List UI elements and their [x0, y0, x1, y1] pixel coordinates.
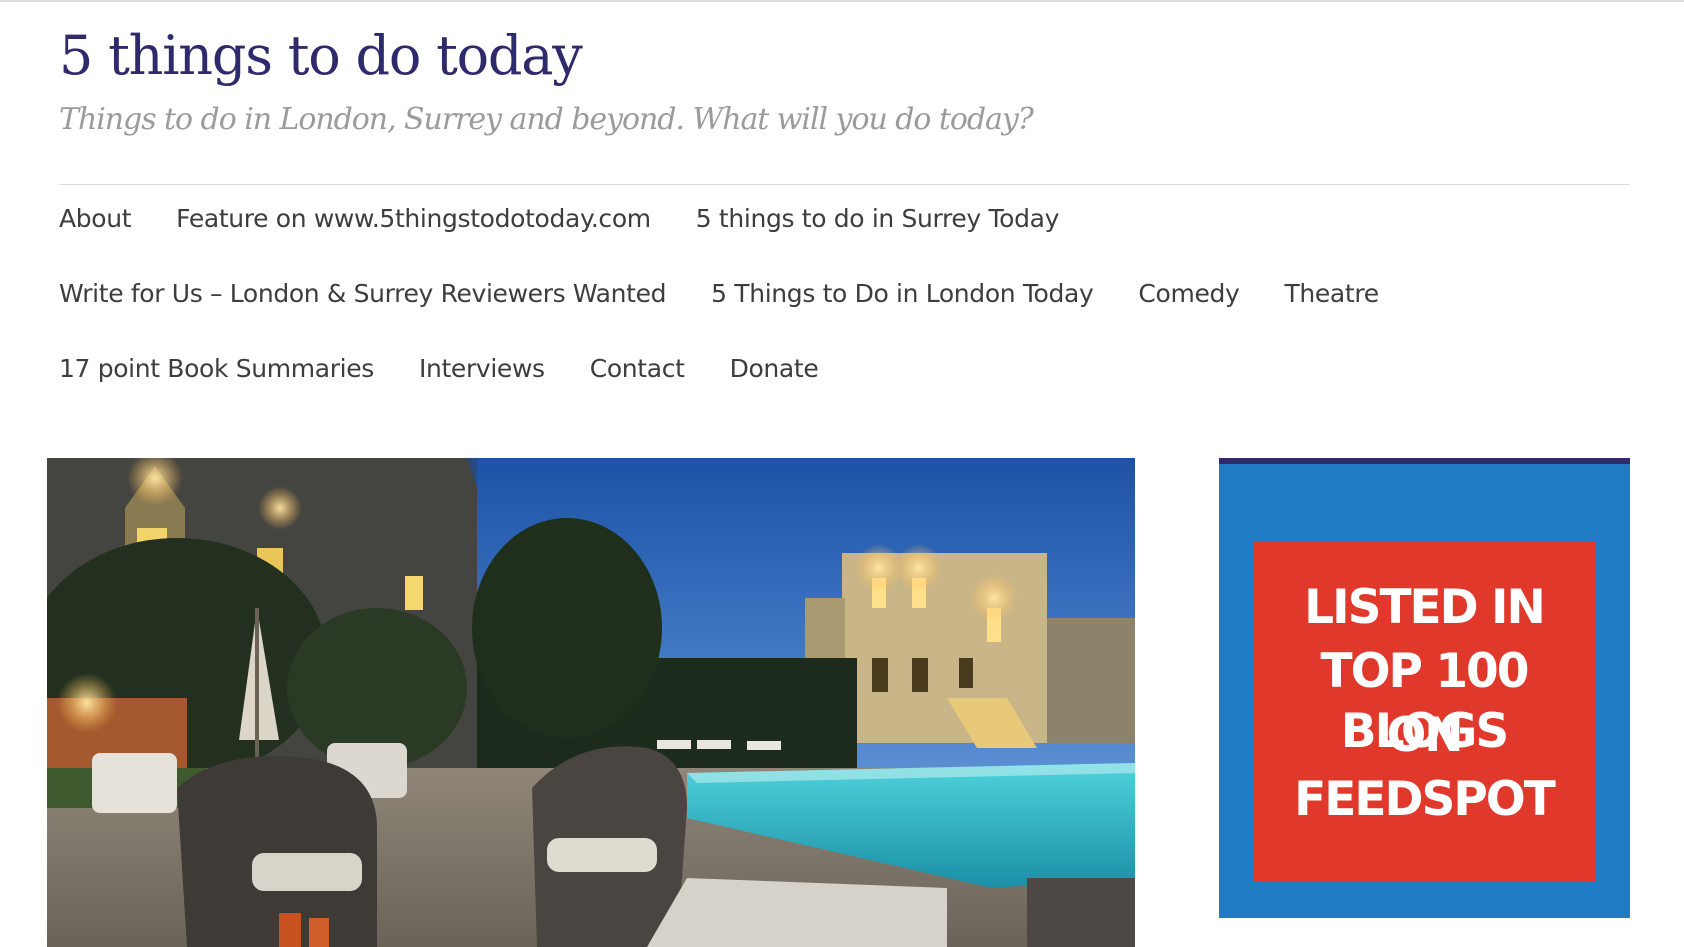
badge-line: FEEDSPOT — [1294, 772, 1556, 827]
site-tagline: Things to do in London, Surrey and beyon… — [59, 102, 1034, 137]
nav-item-write-for-us[interactable]: Write for Us – London & Surrey Reviewers… — [59, 276, 666, 312]
nav-divider — [59, 184, 1630, 185]
nav-item-london-today[interactable]: 5 Things to Do in London Today — [711, 276, 1094, 312]
badge-line: ON — [1386, 708, 1463, 763]
featured-image[interactable] — [47, 458, 1135, 947]
nav-item-about[interactable]: About — [59, 201, 132, 237]
site-title: 5 things to do today — [59, 18, 583, 94]
nav-item-interviews[interactable]: Interviews — [419, 351, 545, 387]
nav-item-surrey-today[interactable]: 5 things to do in Surrey Today — [696, 201, 1060, 237]
badge-panel: LISTED IN TOP 100 BLOGS ON FEEDSPOT — [1253, 542, 1595, 882]
nav-item-donate[interactable]: Donate — [730, 351, 819, 387]
nav-item-theatre[interactable]: Theatre — [1284, 276, 1379, 312]
nav-row: 17 point Book Summaries Interviews Conta… — [59, 351, 819, 387]
nav-row: About Feature on www.5thingstodotoday.co… — [59, 201, 1059, 237]
hero-photo-illustration — [47, 458, 1135, 947]
nav-item-contact[interactable]: Contact — [590, 351, 685, 387]
nav-row: Write for Us – London & Surrey Reviewers… — [59, 276, 1379, 312]
nav-item-feature[interactable]: Feature on www.5thingstodotoday.com — [176, 201, 651, 237]
feedspot-badge[interactable]: LISTED IN TOP 100 BLOGS ON FEEDSPOT — [1219, 458, 1630, 918]
nav-item-book-summaries[interactable]: 17 point Book Summaries — [59, 351, 374, 387]
nav-item-comedy[interactable]: Comedy — [1138, 276, 1239, 312]
site-title-link[interactable]: 5 things to do today — [59, 24, 583, 87]
top-border — [0, 0, 1684, 2]
badge-line: LISTED IN — [1304, 580, 1546, 635]
